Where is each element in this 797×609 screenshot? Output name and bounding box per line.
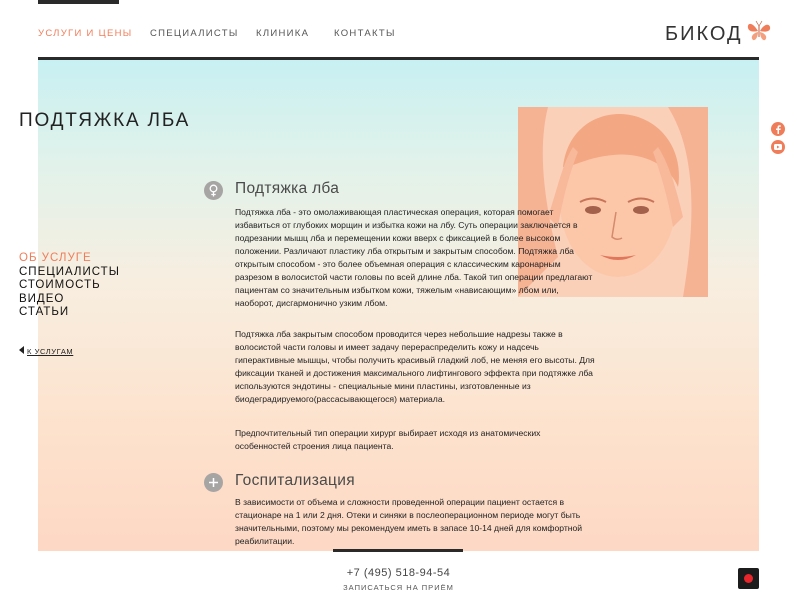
nav-item-specialists[interactable]: СПЕЦИАЛИСТЫ (150, 28, 239, 39)
nav-item-clinic[interactable]: КЛИНИКА (256, 28, 309, 39)
record-button[interactable] (738, 568, 759, 589)
female-symbol-icon (204, 181, 223, 200)
top-navigation: УСЛУГИ И ЦЕНЫ СПЕЦИАЛИСТЫ КЛИНИКА КОНТАК… (0, 0, 797, 60)
section-paragraph: Подтяжка лба закрытым способом проводитс… (235, 329, 595, 404)
section-paragraph: Предпочтительный тип операции хирург выб… (235, 428, 541, 451)
caret-left-icon (19, 346, 24, 356)
signup-link[interactable]: ЗАПИСАТЬСЯ НА ПРИЁМ (0, 583, 797, 592)
side-menu-item-articles[interactable]: СТАТЬИ (19, 306, 120, 320)
side-menu-item-specialists[interactable]: СПЕЦИАЛИСТЫ (19, 266, 120, 280)
section-paragraph: Подтяжка лба - это омолаживающая пластич… (235, 207, 593, 308)
page-title: ПОДТЯЖКА ЛБА (19, 110, 191, 131)
logo-text: БИКОД (665, 22, 743, 45)
nav-item-services[interactable]: УСЛУГИ И ЦЕНЫ (38, 28, 132, 39)
side-menu: ОБ УСЛУГЕ СПЕЦИАЛИСТЫ СТОИМОСТЬ ВИДЕО СТ… (19, 252, 120, 320)
side-menu-item-cost[interactable]: СТОИМОСТЬ (19, 279, 120, 293)
footer-indicator-bar (333, 549, 463, 552)
back-to-services-link[interactable]: К УСЛУГАМ (19, 346, 73, 356)
facebook-icon[interactable] (771, 122, 785, 136)
record-dot-icon (744, 574, 753, 583)
section-title-hospitalization: Госпитализация (235, 472, 355, 489)
logo[interactable]: БИКОД (665, 20, 772, 48)
plus-icon[interactable] (204, 473, 223, 492)
youtube-icon[interactable] (771, 140, 785, 154)
section-title-facelift: Подтяжка лба (235, 180, 340, 197)
section-paragraph: В зависимости от объема и сложности пров… (235, 497, 583, 546)
butterfly-icon (746, 20, 772, 48)
side-menu-item-video[interactable]: ВИДЕО (19, 293, 120, 307)
side-menu-item-about[interactable]: ОБ УСЛУГЕ (19, 252, 120, 266)
phone-number[interactable]: +7 (495) 518-94-54 (0, 567, 797, 579)
nav-item-contacts[interactable]: КОНТАКТЫ (334, 28, 396, 39)
back-link-label: К УСЛУГАМ (27, 346, 74, 356)
nav-active-indicator (38, 0, 119, 4)
